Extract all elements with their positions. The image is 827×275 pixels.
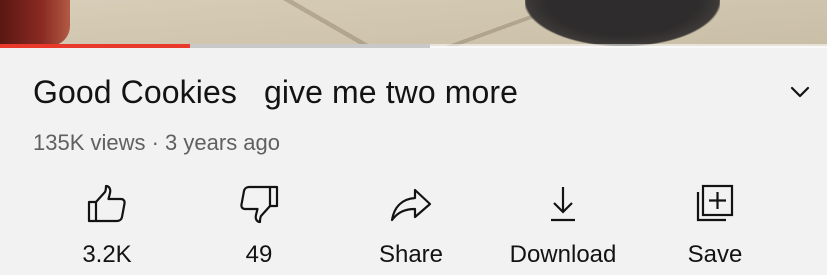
video-player[interactable]: [0, 0, 827, 46]
download-label: Download: [509, 241, 617, 268]
like-button[interactable]: 3.2K: [37, 182, 177, 269]
video-title[interactable]: Good Cookies give me two more: [33, 74, 518, 111]
video-frame-shoe: [525, 0, 720, 46]
chevron-down-icon[interactable]: [786, 80, 814, 104]
save-button[interactable]: Save: [645, 182, 785, 269]
download-icon: [541, 182, 585, 226]
download-button[interactable]: Download: [493, 182, 633, 269]
video-frame-object: [0, 0, 70, 46]
thumbs-down-icon: [237, 182, 281, 226]
playlist-add-icon: [693, 182, 737, 226]
share-label: Share: [378, 241, 444, 268]
dislike-count: 49: [245, 241, 273, 268]
dislike-button[interactable]: 49: [189, 182, 329, 269]
action-bar: 3.2K 49 Share Download Save: [0, 182, 827, 275]
video-meta: 135K views · 3 years ago: [33, 130, 281, 155]
thumbs-up-icon: [85, 182, 129, 226]
like-count: 3.2K: [82, 241, 132, 268]
progress-bar[interactable]: [0, 44, 827, 48]
save-label: Save: [687, 241, 743, 268]
share-button[interactable]: Share: [341, 182, 481, 269]
progress-played: [0, 44, 191, 48]
share-arrow-icon: [389, 182, 433, 226]
